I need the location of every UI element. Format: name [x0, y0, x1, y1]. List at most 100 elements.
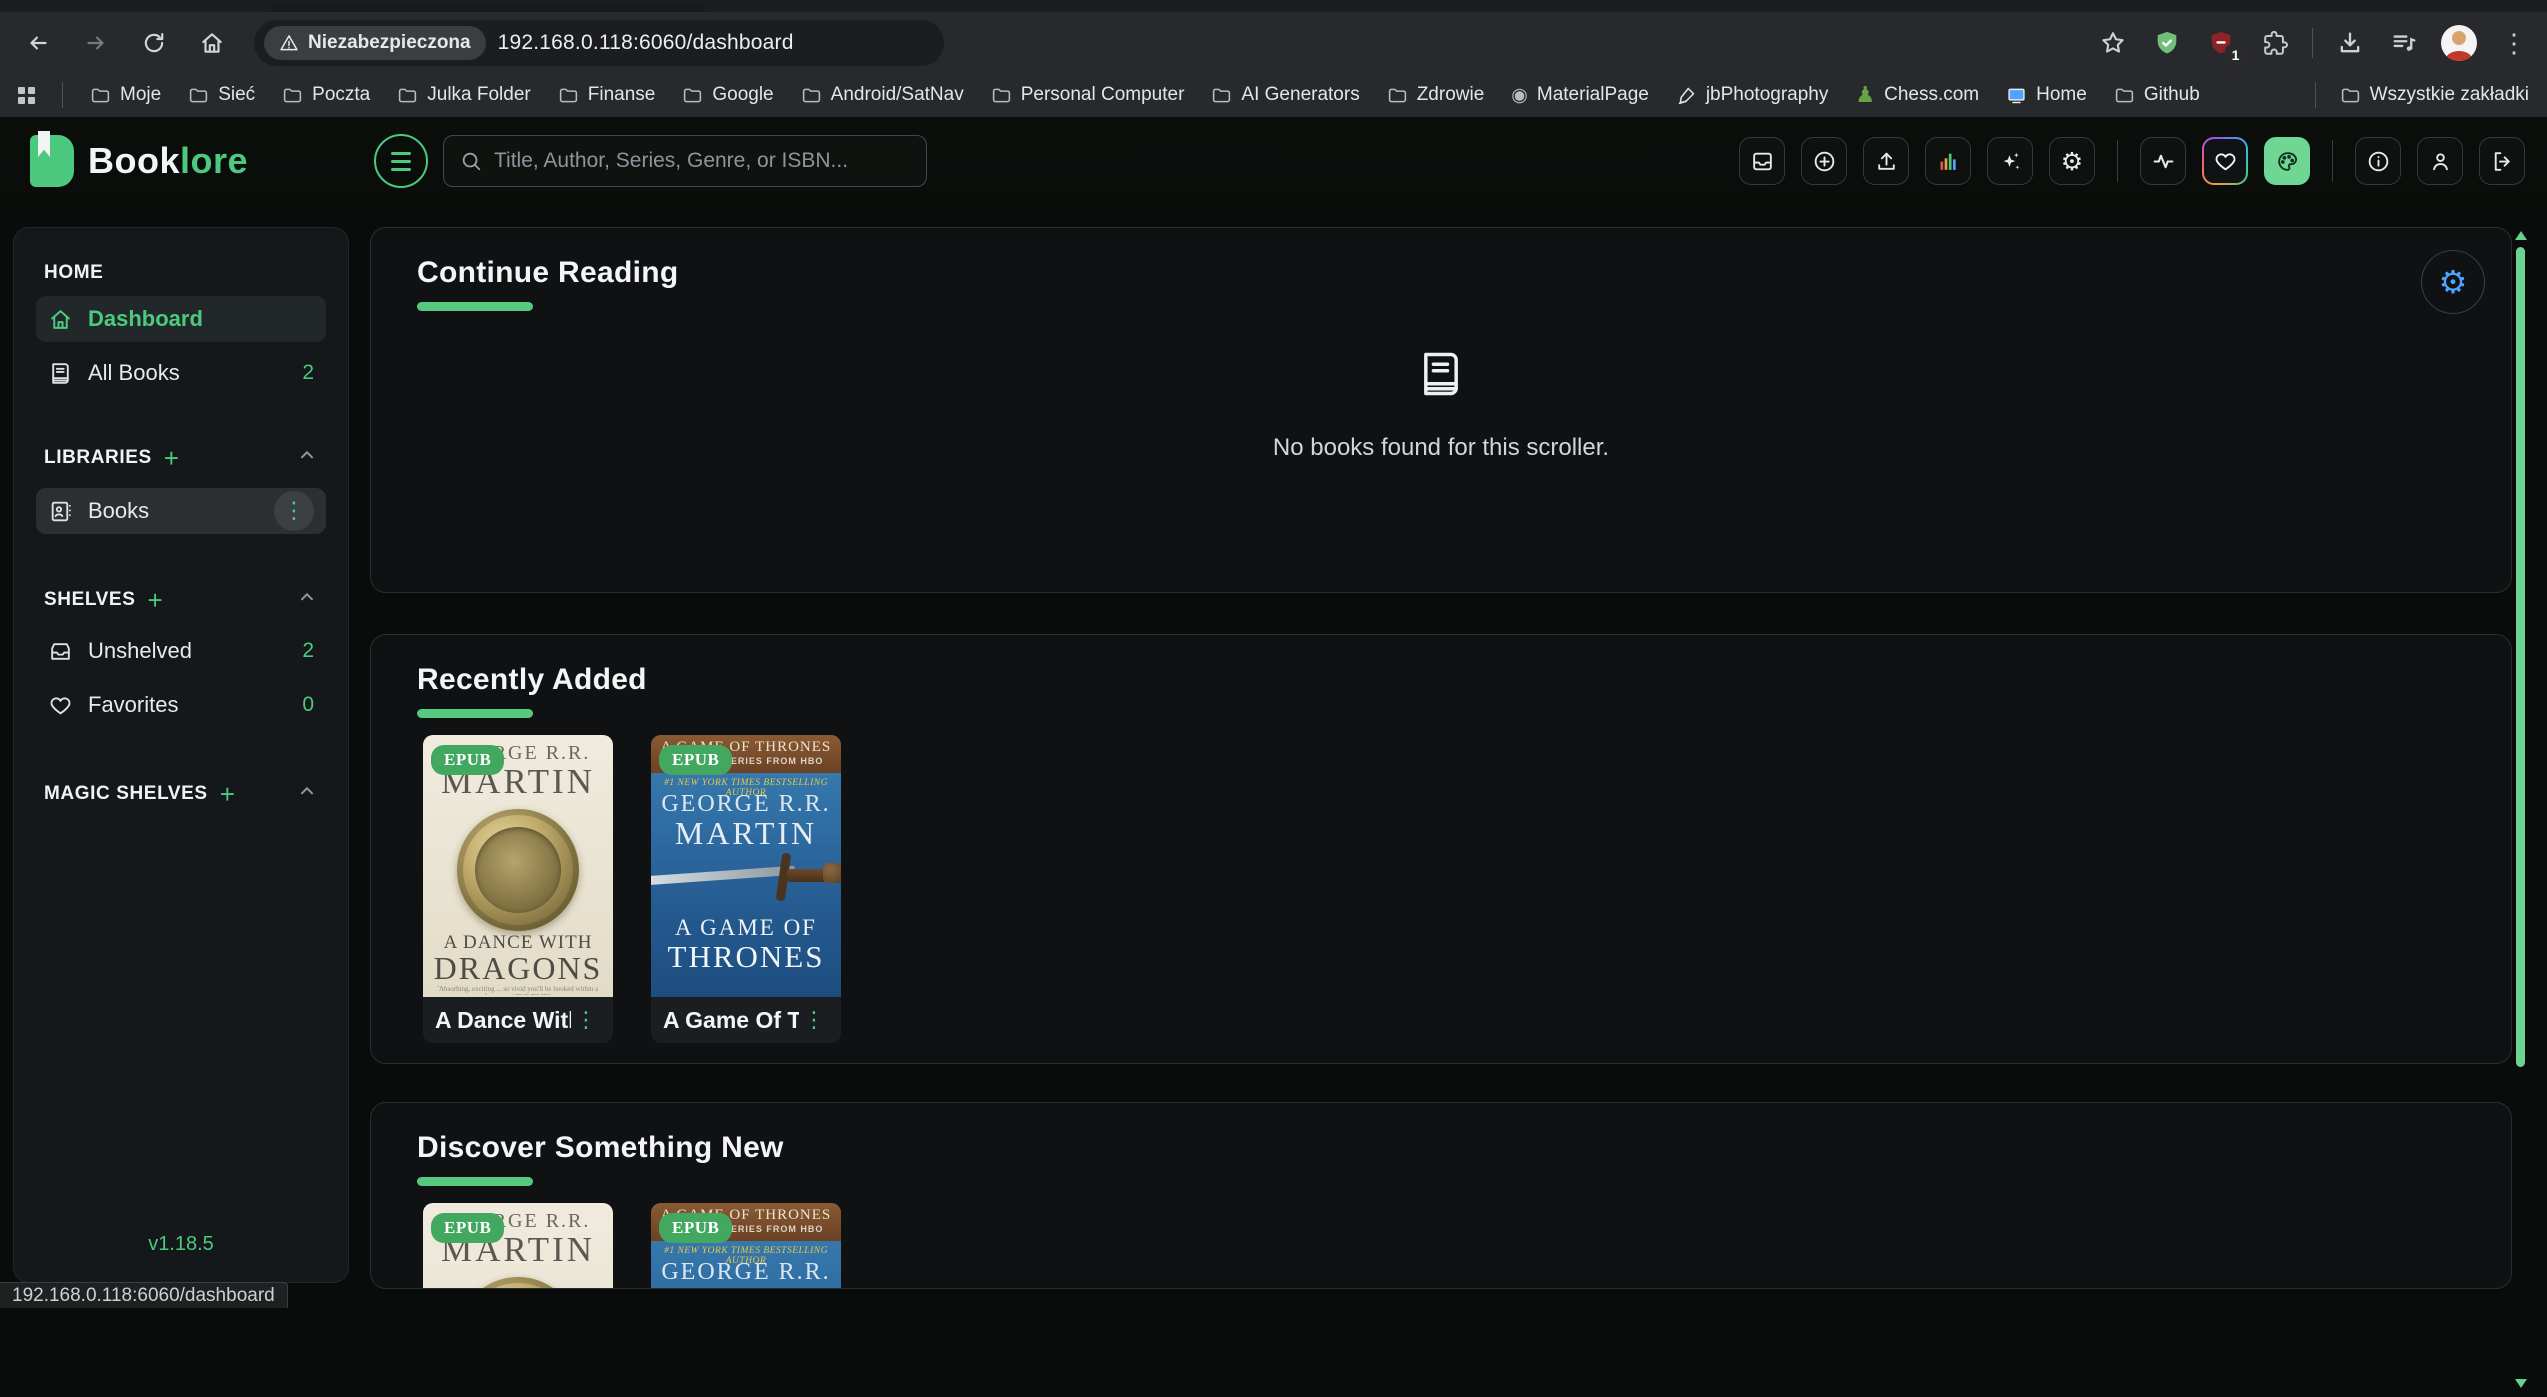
tv-icon — [2006, 85, 2027, 106]
search-box — [443, 135, 927, 187]
bookmark-item[interactable]: Github — [2114, 84, 2200, 106]
bookmark-star-button[interactable] — [2096, 26, 2130, 60]
search-input[interactable] — [494, 149, 910, 173]
bookmark-item[interactable]: Julka Folder — [397, 84, 531, 106]
folder-icon — [801, 85, 822, 106]
sidebar-item-books-library[interactable]: Books ⋮ — [36, 488, 326, 534]
bookmark-item[interactable]: Personal Computer — [991, 84, 1185, 106]
ai-magic-button[interactable] — [1987, 137, 2033, 185]
logout-button[interactable] — [2479, 137, 2525, 185]
logo-text: Booklore — [88, 140, 248, 182]
chevron-up-icon — [296, 444, 318, 466]
url-text: 192.168.0.118:6060/dashboard — [498, 31, 794, 55]
home-icon — [48, 307, 73, 332]
bookmark-item[interactable]: Poczta — [282, 84, 370, 106]
folder-icon — [188, 85, 209, 106]
scroller-settings-button[interactable]: ⚙ — [2421, 250, 2485, 314]
adblock-red-extension-button[interactable]: 1 — [2204, 26, 2238, 60]
forward-button[interactable] — [74, 21, 118, 65]
bookmark-item[interactable]: Android/SatNav — [801, 84, 964, 106]
scroll-down-arrow[interactable] — [2515, 1379, 2527, 1388]
section-underline — [417, 1177, 533, 1186]
folder-icon — [1211, 85, 1232, 106]
sidebar-item-label: Favorites — [88, 692, 178, 718]
all-bookmarks-label: Wszystkie zakładki — [2370, 84, 2529, 106]
book-menu-button[interactable]: ⋮ — [799, 1008, 829, 1033]
book-logo-icon — [30, 135, 74, 187]
book-card[interactable]: EPUB A GAME OF THRONES ORIGINAL SERIES F… — [651, 1203, 841, 1289]
browser-menu-button[interactable]: ⋮ — [2497, 30, 2531, 56]
book-card[interactable]: EPUB GEORGE R.R. MARTIN A DANCE WITH DRA… — [423, 735, 613, 1043]
email-inbox-button[interactable] — [1739, 137, 1785, 185]
stats-button[interactable] — [1925, 137, 1971, 185]
profile-avatar[interactable] — [2441, 25, 2477, 61]
account-button[interactable] — [2417, 137, 2463, 185]
toolbar-divider — [2312, 28, 2313, 58]
home-button[interactable] — [190, 21, 234, 65]
scrollbar-thumb[interactable] — [2516, 247, 2525, 1067]
book-footer: A Game Of T... ⋮ — [651, 997, 841, 1043]
sidebar-item-unshelved[interactable]: Unshelved 2 — [36, 628, 326, 674]
book-card[interactable]: EPUB A GAME OF THRONES ORIGINAL SERIES F… — [651, 735, 841, 1043]
section-title: Recently Added — [417, 663, 2511, 697]
sidebar-toggle-button[interactable] — [374, 134, 428, 188]
bookmark-item[interactable]: Sieć — [188, 84, 255, 106]
collapse-magic-shelves-button[interactable] — [296, 780, 318, 808]
upload-button[interactable] — [1863, 137, 1909, 185]
bookmark-label: Poczta — [312, 84, 370, 106]
activity-button[interactable] — [2140, 137, 2186, 185]
reload-button[interactable] — [132, 21, 176, 65]
all-bookmarks-button[interactable]: Wszystkie zakładki — [2340, 84, 2529, 106]
format-badge: EPUB — [659, 745, 732, 775]
book-cover[interactable]: EPUB A GAME OF THRONES ORIGINAL SERIES F… — [651, 1203, 841, 1289]
adblock-green-extension-button[interactable] — [2150, 26, 2184, 60]
collapse-shelves-button[interactable] — [296, 586, 318, 614]
scroll-up-arrow[interactable] — [2515, 231, 2527, 240]
bookmark-item[interactable]: jbPhotography — [1676, 84, 1829, 106]
folder-icon — [558, 85, 579, 106]
bookmark-item[interactable]: Zdrowie — [1387, 84, 1485, 106]
book-cover[interactable]: EPUB GEORGE R.R. MARTIN A DANCE WITH DRA… — [423, 1203, 613, 1289]
bookmark-item[interactable]: Google — [682, 84, 773, 106]
add-book-button[interactable] — [1801, 137, 1847, 185]
add-shelf-button[interactable]: + — [147, 590, 163, 611]
bookmark-item[interactable]: ♟ Chess.com — [1855, 84, 1979, 106]
bookmark-item[interactable]: ◉ MaterialPage — [1511, 84, 1649, 106]
library-menu-button[interactable]: ⋮ — [274, 491, 314, 531]
bookmark-item[interactable]: AI Generators — [1211, 84, 1359, 106]
add-library-button[interactable]: + — [164, 448, 180, 469]
bookmark-item[interactable]: Moje — [90, 84, 161, 106]
bookmark-item[interactable]: Home — [2006, 84, 2087, 106]
book-cover[interactable]: EPUB GEORGE R.R. MARTIN A DANCE WITH DRA… — [423, 735, 613, 997]
book-card[interactable]: EPUB GEORGE R.R. MARTIN A DANCE WITH DRA… — [423, 1203, 613, 1289]
settings-button[interactable]: ⚙ — [2049, 137, 2095, 185]
sidebar-item-label: All Books — [88, 360, 180, 386]
book-cover[interactable]: EPUB A GAME OF THRONES ORIGINAL SERIES F… — [651, 735, 841, 997]
apps-grid-button[interactable] — [18, 87, 35, 104]
sidebar-item-all-books[interactable]: All Books 2 — [36, 350, 326, 396]
content-scrollbar[interactable] — [2512, 227, 2528, 1397]
format-badge: EPUB — [659, 1213, 732, 1243]
media-queue-button[interactable] — [2387, 26, 2421, 60]
collapse-libraries-button[interactable] — [296, 444, 318, 472]
status-bar: 192.168.0.118:6060/dashboard — [0, 1282, 288, 1308]
bookmark-item[interactable]: Finanse — [558, 84, 656, 106]
booklore-app: Booklore ⚙ — [0, 117, 2547, 1308]
add-magic-shelf-button[interactable]: + — [220, 784, 236, 805]
sidebar-item-dashboard[interactable]: Dashboard — [36, 296, 326, 342]
book-menu-button[interactable]: ⋮ — [571, 1008, 601, 1033]
sidebar-item-favorites[interactable]: Favorites 0 — [36, 682, 326, 728]
back-button[interactable] — [16, 21, 60, 65]
security-chip[interactable]: Niezabezpieczona — [264, 26, 486, 60]
info-button[interactable] — [2355, 137, 2401, 185]
bookmark-label: Julka Folder — [427, 84, 531, 106]
favorites-button[interactable] — [2202, 137, 2248, 185]
url-bar[interactable]: Niezabezpieczona 192.168.0.118:6060/dash… — [254, 20, 944, 66]
header-divider — [2117, 140, 2118, 182]
extensions-button[interactable] — [2258, 26, 2292, 60]
booklore-logo[interactable]: Booklore — [30, 135, 248, 187]
folder-icon — [282, 85, 303, 106]
inbox-icon — [48, 639, 73, 664]
theme-button[interactable] — [2264, 137, 2310, 185]
downloads-button[interactable] — [2333, 26, 2367, 60]
